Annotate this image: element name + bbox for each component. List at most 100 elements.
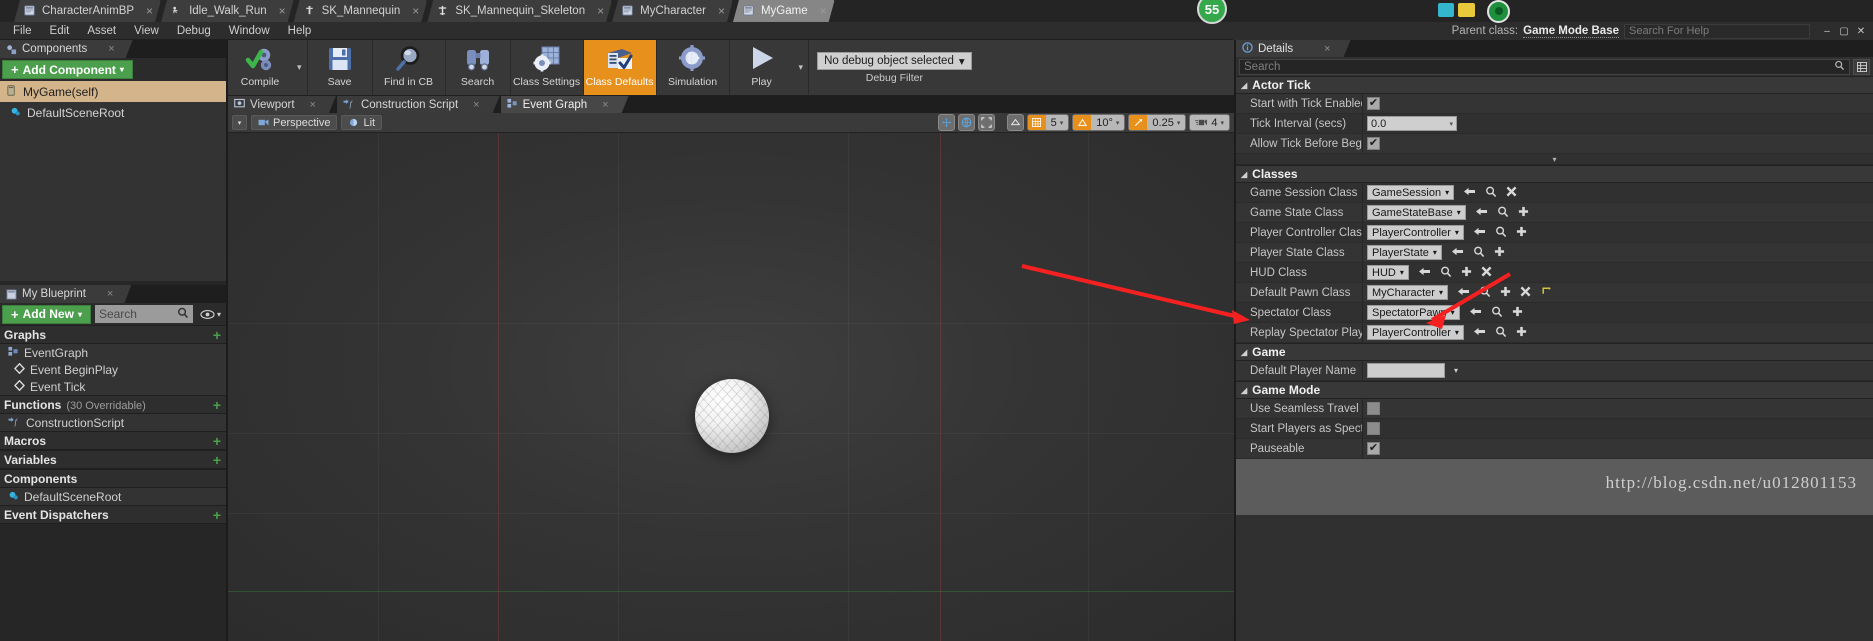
toolbar-class-settings-button[interactable]: Class Settings	[511, 40, 583, 95]
class-picker-replay-spectator-player[interactable]: PlayerController ▾	[1367, 325, 1464, 340]
checkbox-start-with-tick-enabled[interactable]: ✔	[1367, 97, 1380, 110]
browse-icon[interactable]	[1473, 246, 1485, 260]
titlebar-cyan-icon[interactable]	[1438, 3, 1454, 17]
category-game-mode[interactable]: ◢ Game Mode	[1236, 381, 1873, 399]
toolbar-search-button[interactable]: Search	[446, 40, 510, 95]
asset-tab-mycharacter[interactable]: MyCharacter ×	[612, 0, 733, 22]
asset-tab-close-icon[interactable]: ×	[718, 5, 725, 17]
new-plus-icon[interactable]	[1500, 286, 1511, 299]
advanced-expander[interactable]: ▾	[1236, 154, 1873, 165]
camera-speed-value-wrap[interactable]: 4 ▾	[1190, 117, 1229, 129]
asset-tab-sk-mannequin-skeleton[interactable]: SK_Mannequin_Skeleton ×	[427, 0, 612, 22]
browse-icon[interactable]	[1440, 266, 1452, 280]
clear-x-icon[interactable]	[1520, 286, 1531, 299]
text-dropdown-caret-icon[interactable]: ▾	[1454, 366, 1458, 375]
minimize-button[interactable]: –	[1821, 26, 1833, 37]
asset-tab-sk-mannequin[interactable]: SK_Mannequin ×	[294, 0, 428, 22]
browse-icon[interactable]	[1479, 286, 1491, 300]
back-arrow-icon[interactable]	[1469, 306, 1482, 319]
number-input-tick-interval-secs-[interactable]: 0.0 ▾	[1367, 116, 1457, 131]
toolbar-save-button[interactable]: Save	[308, 40, 372, 95]
section-variables[interactable]: Variables +	[0, 450, 226, 469]
browse-icon[interactable]	[1491, 306, 1503, 320]
scale-snap-value-wrap[interactable]: 0.25 ▾	[1147, 117, 1185, 129]
section-add-button[interactable]: +	[213, 507, 221, 523]
perspective-button[interactable]: Perspective	[251, 115, 338, 130]
tree-item-defaultsceneroot[interactable]: DefaultSceneRoot	[0, 488, 226, 505]
class-picker-player-controller-class[interactable]: PlayerController ▾	[1367, 225, 1464, 240]
section-add-button[interactable]: +	[213, 397, 221, 413]
grid-snap-value-wrap[interactable]: 5 ▾	[1046, 117, 1069, 129]
asset-tab-mygame[interactable]: MyGame ×	[733, 0, 835, 22]
tree-item-event-tick[interactable]: Event Tick	[0, 378, 226, 395]
new-plus-icon[interactable]	[1516, 326, 1527, 339]
new-plus-icon[interactable]	[1494, 246, 1505, 259]
back-arrow-icon[interactable]	[1473, 326, 1486, 339]
section-functions[interactable]: Functions (30 Overridable) +	[0, 395, 226, 414]
section-add-button[interactable]: +	[213, 452, 221, 468]
tab-my-blueprint[interactable]: My Blueprint ×	[0, 285, 131, 303]
new-plus-icon[interactable]	[1512, 306, 1523, 319]
titlebar-yellow-icon[interactable]	[1458, 3, 1475, 17]
details-search-input[interactable]: Search	[1239, 58, 1850, 75]
tab-components-close-icon[interactable]: ×	[108, 43, 114, 55]
asset-tab-close-icon[interactable]: ×	[146, 5, 153, 17]
default-scene-root-sphere[interactable]	[695, 379, 769, 453]
tab-components[interactable]: Components ×	[0, 40, 133, 58]
asset-tab-characteranimbp[interactable]: CharacterAnimBP ×	[14, 0, 161, 22]
close-button[interactable]: ✕	[1855, 26, 1867, 37]
parent-class-value[interactable]: Game Mode Base	[1523, 25, 1619, 38]
tab-my-blueprint-close-icon[interactable]: ×	[107, 288, 113, 300]
asset-tab-close-icon[interactable]: ×	[820, 5, 827, 17]
class-picker-default-pawn-class[interactable]: MyCharacter ▾	[1367, 285, 1448, 300]
back-arrow-icon[interactable]	[1473, 226, 1486, 239]
grid-snap-control[interactable]: 5 ▾	[1026, 114, 1070, 131]
checkbox-start-players-as-spectat[interactable]	[1367, 422, 1380, 435]
view-options-button[interactable]: ▾	[232, 115, 247, 130]
category-expand-icon[interactable]: ◢	[1241, 170, 1247, 179]
asset-tab-close-icon[interactable]: ×	[412, 5, 419, 17]
tab-details[interactable]: Details ×	[1236, 40, 1351, 57]
class-picker-game-session-class[interactable]: GameSession ▾	[1367, 185, 1455, 200]
browse-icon[interactable]	[1495, 326, 1507, 340]
category-game[interactable]: ◢ Game	[1236, 343, 1873, 361]
rotation-snap-control[interactable]: 10° ▾	[1072, 114, 1126, 131]
class-picker-spectator-class[interactable]: SpectatorPawn ▾	[1367, 305, 1460, 320]
section-macros[interactable]: Macros +	[0, 431, 226, 450]
section-event-dispatchers[interactable]: Event Dispatchers +	[0, 505, 226, 524]
tab-details-close-icon[interactable]: ×	[1324, 43, 1330, 55]
back-arrow-icon[interactable]	[1457, 286, 1470, 299]
asset-tab-close-icon[interactable]: ×	[279, 5, 286, 17]
help-search-input[interactable]: Search For Help	[1624, 23, 1810, 39]
number-stepper-icon[interactable]: ▾	[1449, 120, 1453, 128]
section-add-button[interactable]: +	[213, 433, 221, 449]
toolbar-compile-caret-icon[interactable]: ▾	[292, 62, 307, 73]
viewport-tab-event-graph[interactable]: Event Graph ×	[501, 96, 629, 113]
category-expand-icon[interactable]: ◢	[1241, 81, 1247, 90]
add-component-button[interactable]: + Add Component ▾	[2, 60, 133, 79]
asset-tab-idle-walk-run[interactable]: Idle_Walk_Run ×	[161, 0, 294, 22]
tree-item-event-beginplay[interactable]: Event BeginPlay	[0, 361, 226, 378]
rotation-snap-value-wrap[interactable]: 10° ▾	[1091, 117, 1124, 129]
menu-window[interactable]: Window	[220, 22, 279, 40]
viewport-tab-close-icon[interactable]: ×	[473, 99, 479, 111]
checkbox-pauseable[interactable]: ✔	[1367, 442, 1380, 455]
checkbox-allow-tick-before-begin[interactable]: ✔	[1367, 137, 1380, 150]
toolbar-compile-button[interactable]: Compile	[228, 40, 292, 95]
tree-item-constructionscript[interactable]: f ConstructionScript	[0, 414, 226, 431]
new-plus-icon[interactable]	[1518, 206, 1529, 219]
viewport-3d-canvas[interactable]	[228, 133, 1234, 641]
category-classes[interactable]: ◢ Classes	[1236, 165, 1873, 183]
toolbar-simulation-button[interactable]: Simulation	[657, 40, 729, 95]
back-arrow-icon[interactable]	[1451, 246, 1464, 259]
menu-edit[interactable]: Edit	[41, 22, 79, 40]
class-picker-game-state-class[interactable]: GameStateBase ▾	[1367, 205, 1466, 220]
menu-help[interactable]: Help	[279, 22, 321, 40]
scale-snap-control[interactable]: 0.25 ▾	[1128, 114, 1187, 131]
titlebar-green-indicator[interactable]	[1487, 0, 1510, 23]
transform-tools-button[interactable]	[937, 114, 955, 131]
viewport-tab-construction-script[interactable]: f Construction Script ×	[337, 96, 500, 113]
toolbar-play-caret-icon[interactable]: ▾	[794, 62, 809, 73]
details-view-options-button[interactable]	[1853, 58, 1870, 75]
text-input-default-player-name[interactable]	[1367, 363, 1445, 378]
